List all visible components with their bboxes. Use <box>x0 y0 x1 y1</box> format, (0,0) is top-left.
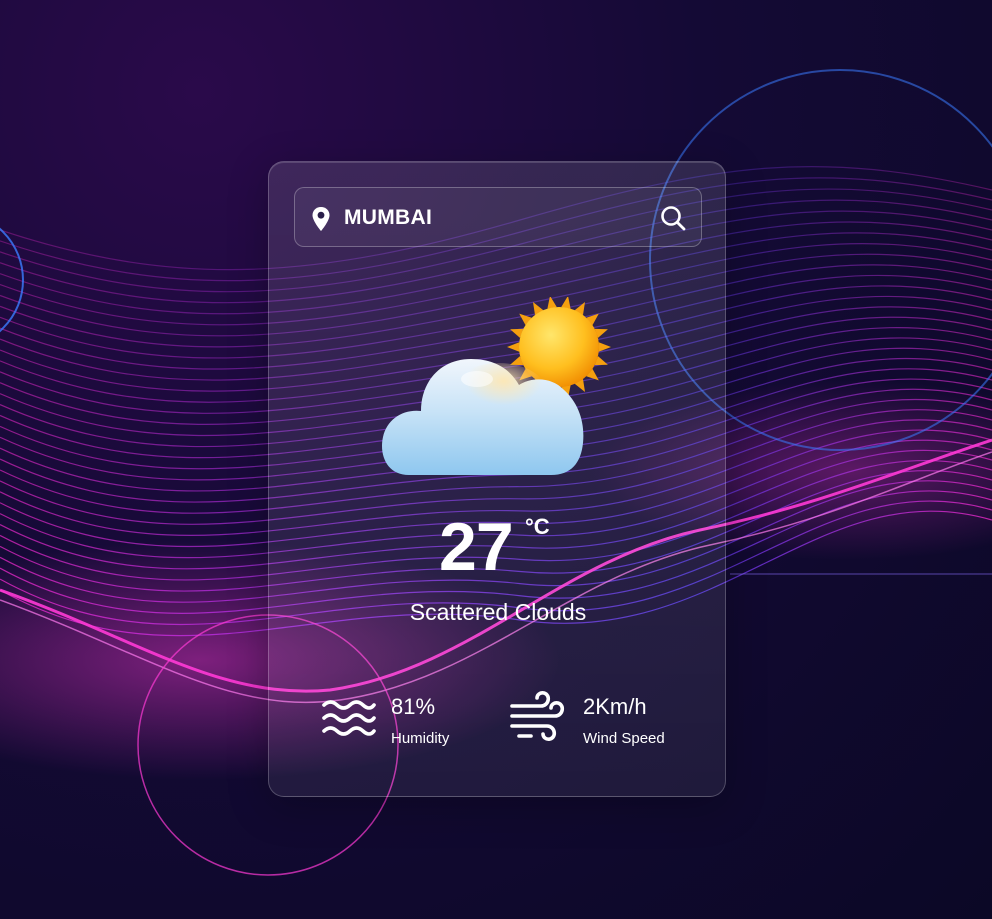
weather-condition: Scattered Clouds <box>409 599 587 625</box>
location-pin-icon <box>312 207 330 231</box>
humidity-label: Humidity <box>391 730 450 747</box>
water-waves-icon <box>322 700 376 736</box>
wind-speed-value: 2Km/h <box>583 694 647 719</box>
search-icon[interactable] <box>659 204 687 232</box>
wind-speed-label: Wind Speed <box>583 730 665 747</box>
weather-card: MUMBAI 27 °C Scattered Clouds 81% Humidi… <box>268 161 726 797</box>
temperature-unit: °C <box>525 514 550 539</box>
city-name[interactable]: MUMBAI <box>344 204 432 232</box>
wind-icon <box>510 691 565 741</box>
sun-ray <box>598 342 611 352</box>
sun-ray <box>507 342 520 352</box>
sun-behind-cloud-icon <box>382 297 611 475</box>
sun-ray <box>547 297 557 309</box>
sun-ray <box>561 297 571 309</box>
temperature-value: 27 <box>439 509 514 585</box>
humidity-value: 81% <box>391 694 436 719</box>
city-search-box[interactable]: MUMBAI <box>294 187 702 247</box>
